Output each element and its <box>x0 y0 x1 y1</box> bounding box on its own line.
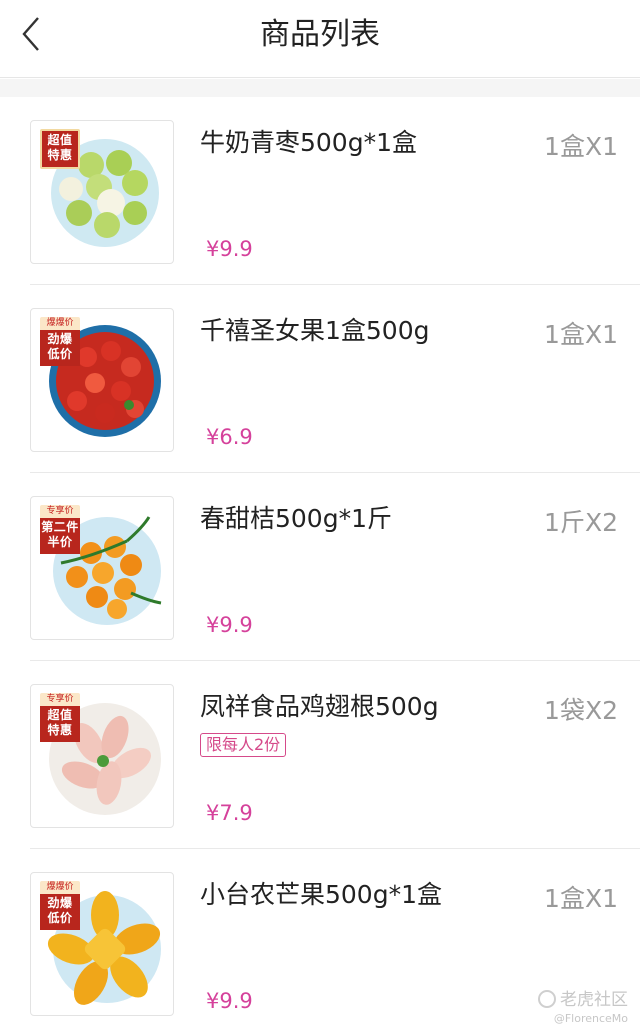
product-quantity: 1盒X1 <box>544 884 618 913</box>
watermark-author: @FlorenceMo <box>553 1012 628 1025</box>
product-list: 超值 特惠 牛奶青枣500g*1盒 1盒X1 ¥9.9 爆爆价 劲爆 低价 千禧圣女 <box>0 97 640 1033</box>
product-name: 凤祥食品鸡翅根500g <box>200 692 439 721</box>
product-price: ¥9.9 <box>206 613 253 637</box>
promo-badge: 专享价 第二件 半价 <box>40 505 80 554</box>
promo-badge: 爆爆价 劲爆 低价 <box>40 317 80 366</box>
tiger-logo-icon <box>538 990 556 1008</box>
product-quantity: 1袋X2 <box>544 696 618 725</box>
product-name: 牛奶青枣500g*1盒 <box>200 128 417 157</box>
product-image-green-jujube[interactable]: 超值 特惠 <box>30 120 174 264</box>
product-price: ¥9.9 <box>206 989 253 1013</box>
product-quantity: 1盒X1 <box>544 320 618 349</box>
promo-badge: 超值 特惠 <box>40 129 80 169</box>
product-name: 千禧圣女果1盒500g <box>200 316 430 345</box>
purchase-limit-tag: 限每人2份 <box>200 733 287 757</box>
product-row[interactable]: 专享价 超值 特惠 凤祥食品鸡翅根500g 1袋X2 限每人2份 ¥7.9 <box>0 661 640 849</box>
product-name: 小台农芒果500g*1盒 <box>200 880 442 909</box>
product-quantity: 1盒X1 <box>544 132 618 161</box>
product-row[interactable]: 专享价 第二件 半价 春甜桔500g*1斤 1斤X2 ¥9.9 <box>0 473 640 661</box>
product-price: ¥7.9 <box>206 801 253 825</box>
product-row[interactable]: 爆爆价 劲爆 低价 千禧圣女果1盒500g 1盒X1 ¥6.9 <box>0 285 640 473</box>
product-image-mango[interactable]: 爆爆价 劲爆 低价 <box>30 872 174 1016</box>
product-price: ¥6.9 <box>206 425 253 449</box>
product-quantity: 1斤X2 <box>544 508 618 537</box>
product-image-tangerine[interactable]: 专享价 第二件 半价 <box>30 496 174 640</box>
product-image-chicken-drumette[interactable]: 专享价 超值 特惠 <box>30 684 174 828</box>
watermark: 老虎社区 <box>538 985 628 1010</box>
product-name: 春甜桔500g*1斤 <box>200 504 392 533</box>
nav-bar: 商品列表 <box>0 0 640 78</box>
product-row[interactable]: 超值 特惠 牛奶青枣500g*1盒 1盒X1 ¥9.9 <box>0 97 640 285</box>
product-image-cherry-tomato[interactable]: 爆爆价 劲爆 低价 <box>30 308 174 452</box>
promo-badge: 专享价 超值 特惠 <box>40 693 80 742</box>
product-price: ¥9.9 <box>206 237 253 261</box>
section-gap <box>0 79 640 97</box>
promo-badge: 爆爆价 劲爆 低价 <box>40 881 80 930</box>
page-title: 商品列表 <box>260 17 380 52</box>
